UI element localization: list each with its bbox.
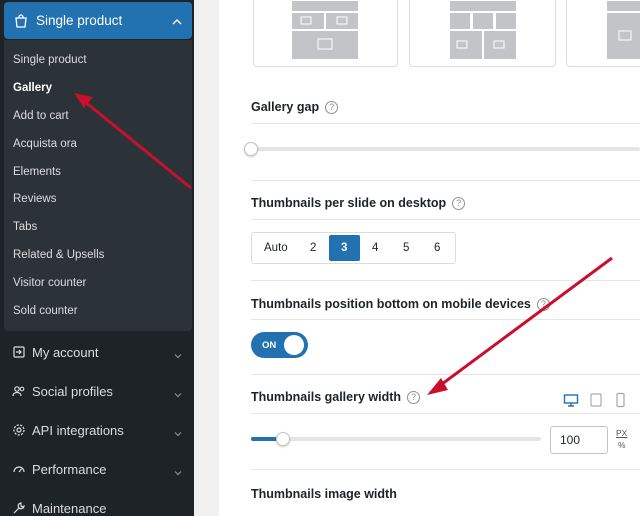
sign-in-icon bbox=[12, 345, 26, 359]
option-6[interactable]: 6 bbox=[422, 235, 453, 261]
divider bbox=[251, 469, 640, 470]
menu-item-social-profiles[interactable]: Social profiles bbox=[0, 377, 194, 405]
toggle-state: ON bbox=[262, 340, 277, 351]
submenu-item-sold-counter[interactable]: Sold counter bbox=[13, 305, 78, 317]
gear-icon bbox=[12, 423, 26, 437]
submenu-item-gallery[interactable]: Gallery bbox=[13, 82, 52, 94]
thumbs-mobile-toggle[interactable]: ON bbox=[251, 332, 308, 358]
wrench-icon bbox=[12, 501, 26, 515]
option-3-selected[interactable]: 3 bbox=[328, 235, 360, 261]
menu-label: Maintenance bbox=[32, 500, 107, 516]
layout-preview-icon bbox=[450, 1, 516, 59]
divider bbox=[251, 219, 640, 220]
toggle-knob bbox=[284, 335, 304, 355]
submenu-item-add-to-cart[interactable]: Add to cart bbox=[13, 110, 69, 122]
option-2[interactable]: 2 bbox=[298, 235, 329, 261]
gallery-gap-slider-handle[interactable] bbox=[244, 142, 258, 156]
menu-item-my-account[interactable]: My account bbox=[0, 338, 194, 366]
users-icon bbox=[12, 384, 26, 398]
tablet-device-icon[interactable] bbox=[589, 392, 603, 413]
gallery-width-text: Thumbnails gallery width bbox=[251, 390, 402, 404]
gallery-width-slider-handle[interactable] bbox=[276, 432, 290, 446]
thumbs-desktop-text: Thumbnails per slide on desktop bbox=[251, 196, 447, 210]
thumbs-mobile-label: Thumbnails position bottom on mobile dev… bbox=[251, 297, 550, 311]
submenu-item-visitor-counter[interactable]: Visitor counter bbox=[13, 277, 86, 289]
option-auto[interactable]: Auto bbox=[254, 235, 298, 261]
gallery-gap-slider-track[interactable] bbox=[251, 147, 640, 151]
divider bbox=[251, 374, 640, 375]
divider bbox=[251, 280, 640, 281]
section-title: Single product bbox=[36, 13, 123, 28]
unit-percent[interactable]: % bbox=[618, 440, 626, 450]
gallery-gap-text: Gallery gap bbox=[251, 100, 320, 114]
menu-item-performance[interactable]: Performance bbox=[0, 455, 194, 483]
divider bbox=[251, 319, 640, 320]
menu-label: API integrations bbox=[32, 422, 124, 438]
gallery-width-label: Thumbnails gallery width ? bbox=[251, 390, 421, 404]
gallery-width-slider-track[interactable] bbox=[251, 437, 541, 441]
gallery-layout-option[interactable] bbox=[253, 0, 398, 67]
settings-panel: Gallery gap ? Thumbnails per slide on de… bbox=[219, 0, 640, 516]
submenu-item-acquista-ora[interactable]: Acquista ora bbox=[13, 138, 77, 150]
layout-preview-icon bbox=[607, 1, 640, 59]
divider bbox=[251, 413, 640, 414]
gallery-layout-option[interactable] bbox=[409, 0, 556, 67]
option-5[interactable]: 5 bbox=[391, 235, 422, 261]
gauge-icon bbox=[12, 462, 26, 476]
menu-item-maintenance[interactable]: Maintenance bbox=[0, 494, 194, 516]
submenu-item-reviews[interactable]: Reviews bbox=[13, 193, 56, 205]
submenu-item-single-product[interactable]: Single product bbox=[13, 54, 87, 66]
chevron-down-icon bbox=[174, 426, 182, 437]
submenu: Single product Gallery Add to cart Acqui… bbox=[4, 40, 192, 331]
section-single-product[interactable]: Single product bbox=[4, 2, 192, 39]
admin-sidebar: Single product Single product Gallery Ad… bbox=[0, 0, 194, 516]
bag-icon bbox=[14, 13, 28, 28]
menu-item-api-integrations[interactable]: API integrations bbox=[0, 416, 194, 444]
chevron-down-icon bbox=[174, 387, 182, 398]
divider bbox=[251, 123, 640, 124]
submenu-item-tabs[interactable]: Tabs bbox=[13, 221, 37, 233]
gallery-layout-option[interactable] bbox=[566, 0, 640, 67]
chevron-up-icon bbox=[172, 15, 182, 25]
chevron-down-icon bbox=[174, 348, 182, 359]
help-icon[interactable]: ? bbox=[536, 297, 550, 311]
submenu-item-related-upsells[interactable]: Related & Upsells bbox=[13, 249, 104, 261]
submenu-item-elements[interactable]: Elements bbox=[13, 166, 61, 178]
mobile-device-icon[interactable] bbox=[614, 392, 626, 413]
desktop-device-icon[interactable] bbox=[563, 392, 579, 413]
menu-label: Performance bbox=[32, 461, 107, 477]
help-icon[interactable]: ? bbox=[407, 390, 421, 404]
layout-preview-icon bbox=[292, 1, 358, 59]
option-4[interactable]: 4 bbox=[360, 235, 391, 261]
image-width-label: Thumbnails image width bbox=[251, 487, 397, 501]
help-icon[interactable]: ? bbox=[325, 100, 339, 114]
unit-px[interactable]: PX bbox=[616, 428, 627, 438]
divider bbox=[251, 180, 640, 181]
thumbs-mobile-text: Thumbnails position bottom on mobile dev… bbox=[251, 297, 531, 311]
menu-label: My account bbox=[32, 344, 99, 360]
gallery-gap-label: Gallery gap ? bbox=[251, 100, 339, 114]
gallery-width-input[interactable]: 100 bbox=[550, 426, 608, 454]
thumbs-per-slide-selector: Auto 2 3 4 5 6 bbox=[251, 232, 456, 264]
menu-label: Social profiles bbox=[32, 383, 113, 399]
help-icon[interactable]: ? bbox=[452, 196, 466, 210]
chevron-down-icon bbox=[174, 465, 182, 476]
image-width-text: Thumbnails image width bbox=[251, 487, 397, 501]
thumbs-desktop-label: Thumbnails per slide on desktop ? bbox=[251, 196, 466, 210]
